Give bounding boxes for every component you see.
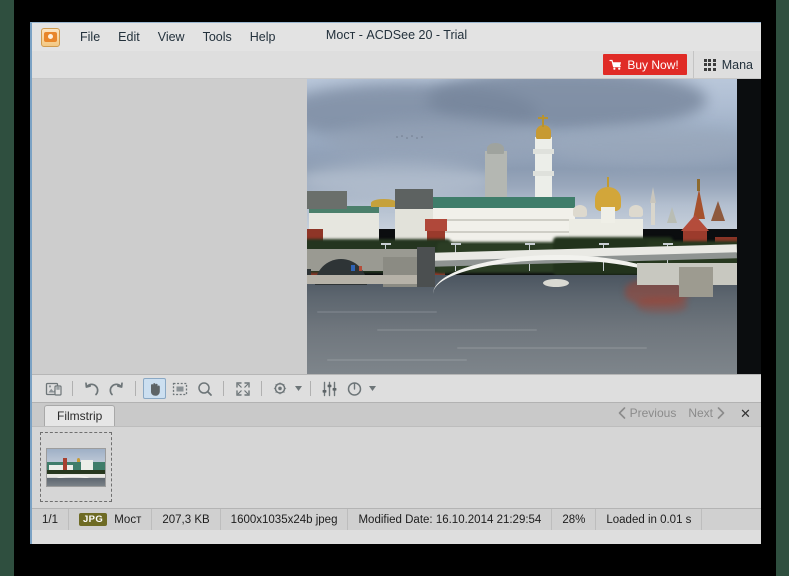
menu-item-help[interactable]: Help	[241, 27, 285, 47]
toolbar-separator	[261, 381, 262, 396]
photo-bridge-tower	[417, 247, 435, 287]
effects-icon[interactable]	[269, 378, 292, 399]
buy-now-label: Buy Now!	[627, 57, 679, 72]
photo-kremlin-tower-top	[425, 219, 447, 231]
exposure-dropdown-caret-icon[interactable]	[368, 378, 377, 399]
page-edge-right	[776, 0, 789, 576]
photo-bridge-pier-mid	[543, 279, 569, 287]
chevron-left-icon[interactable]	[618, 407, 626, 419]
acdsee-camera-icon[interactable]	[41, 27, 60, 47]
photo-viewport[interactable]	[307, 79, 761, 374]
photo-ripple	[457, 347, 647, 349]
menu-item-view[interactable]: View	[149, 27, 194, 47]
photo-birds	[395, 134, 425, 140]
photo-spire	[651, 201, 655, 225]
photo-cathedral-cross	[607, 177, 609, 187]
photo-ripple	[377, 329, 537, 331]
status-filesize: 207,3 KB	[152, 509, 221, 530]
menu-item-edit[interactable]: Edit	[109, 27, 149, 47]
thumbnail-image	[46, 447, 106, 487]
photo-cathedral-side-dome	[629, 205, 643, 217]
photo-lamp-arm	[525, 243, 535, 245]
tab-filmstrip[interactable]: Filmstrip	[44, 405, 116, 426]
marquee-select-icon[interactable]	[168, 378, 191, 399]
photo-left-gold-dome	[371, 199, 397, 207]
filmstrip-body	[32, 426, 761, 508]
photo-scaffold-dome	[487, 143, 504, 154]
photo-bell-tower-band	[533, 171, 554, 176]
photo-bell-tower-cross-bar	[538, 117, 548, 119]
next-button[interactable]: Next	[688, 406, 713, 420]
image-canvas[interactable]	[32, 79, 761, 374]
photo-person	[351, 265, 355, 271]
exposure-clock-icon[interactable]	[343, 378, 366, 399]
hand-pan-icon[interactable]	[143, 378, 166, 399]
save-image-icon[interactable]	[42, 378, 65, 399]
redo-icon[interactable]	[105, 378, 128, 399]
previous-button[interactable]: Previous	[630, 406, 677, 420]
photo-reflection-red	[637, 297, 687, 313]
photo-mid-roof	[395, 189, 433, 211]
toolbar-separator	[310, 381, 311, 396]
photo-lamp-arm	[451, 243, 461, 245]
page-edge-top	[0, 0, 789, 14]
photo-cloud	[547, 125, 737, 165]
menu-bar: File Edit View Tools Help Мост - ACDSee …	[32, 23, 761, 51]
status-modified-date: Modified Date: 16.10.2014 21:29:54	[348, 509, 553, 530]
thumbnail-most[interactable]	[40, 432, 112, 502]
chevron-right-icon[interactable]	[717, 407, 725, 419]
screenshot-root: File Edit View Tools Help Мост - ACDSee …	[0, 0, 789, 576]
status-load-time: Loaded in 0.01 s	[596, 509, 703, 530]
fit-to-window-icon[interactable]	[231, 378, 254, 399]
photo-bell-tower-band	[533, 149, 554, 154]
zoom-magnifier-icon[interactable]	[193, 378, 216, 399]
toolbar-separator	[72, 381, 73, 396]
status-dimensions: 1600x1035x24b jpeg	[221, 509, 349, 530]
photo-ripple	[317, 311, 437, 313]
photo-lamp-arm	[381, 243, 391, 245]
photo-kremlin	[307, 79, 737, 374]
status-filename: Мост	[114, 513, 142, 526]
manage-mode-button[interactable]: Mana	[692, 51, 761, 78]
filmstrip-tab-row: Filmstrip Previous Next ✕	[32, 402, 761, 426]
status-zoom-level: 28%	[552, 509, 597, 530]
photo-cloud	[327, 119, 557, 163]
menu-item-tools[interactable]: Tools	[194, 27, 241, 47]
grid-icon	[703, 58, 716, 71]
toolbar-separator	[223, 381, 224, 396]
photo-ripple	[327, 359, 467, 361]
photo-cathedral-side-dome	[573, 205, 587, 217]
photo-right-spire-pin	[697, 179, 700, 191]
acdsee-application-window: File Edit View Tools Help Мост - ACDSee …	[30, 22, 761, 544]
photo-palace-cornice	[425, 219, 575, 221]
photo-lamp-arm	[663, 243, 673, 245]
status-spacer	[702, 509, 722, 530]
adjust-sliders-icon[interactable]	[318, 378, 341, 399]
effects-dropdown-caret-icon[interactable]	[294, 378, 303, 399]
photo-embankment	[307, 275, 435, 284]
undo-icon[interactable]	[80, 378, 103, 399]
photo-lamp-arm	[599, 243, 609, 245]
photo-bell-tower-dome	[536, 125, 551, 139]
photo-palace-cornice	[425, 231, 575, 233]
page-edge-left	[0, 0, 14, 576]
status-bar: 1/1 JPG Мост 207,3 KB 1600x1035x24b jpeg…	[32, 508, 761, 530]
mode-toolbar: Buy Now! Mana	[32, 51, 761, 79]
edit-toolbar	[32, 374, 761, 402]
status-filename-cell: JPG Мост	[69, 509, 153, 530]
manage-label: Mana	[721, 57, 753, 72]
photo-cathedral-drum	[601, 207, 615, 223]
menu-item-file[interactable]: File	[71, 27, 109, 47]
format-badge: JPG	[79, 513, 108, 526]
toolbar-separator	[135, 381, 136, 396]
photo-bridge-stone-pier	[679, 267, 713, 297]
buy-now-button[interactable]: Buy Now!	[603, 54, 687, 75]
photo-person	[359, 266, 362, 271]
filmstrip-navigation: Previous Next	[618, 406, 725, 420]
photo-left-dark-roof	[307, 191, 347, 209]
shopping-cart-icon	[609, 59, 622, 71]
status-index: 1/1	[32, 509, 69, 530]
close-icon[interactable]: ✕	[738, 406, 753, 421]
